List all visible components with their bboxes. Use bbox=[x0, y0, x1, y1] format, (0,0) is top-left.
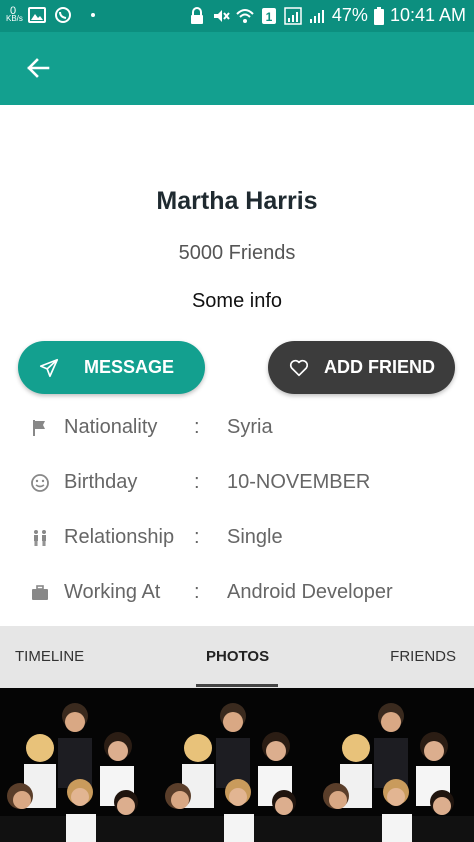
status-right: 1 47% 10:41 AM bbox=[188, 5, 466, 26]
detail-value: Android Developer bbox=[227, 581, 393, 603]
flag-icon bbox=[33, 420, 45, 436]
smiley-icon bbox=[31, 474, 49, 492]
lock-icon bbox=[190, 6, 203, 24]
sim-icon: 1 bbox=[261, 7, 276, 24]
profile-name: Martha Harris bbox=[156, 187, 318, 215]
group-photo[interactable] bbox=[158, 688, 316, 842]
detail-label: Nationality bbox=[64, 416, 158, 438]
image-icon bbox=[28, 7, 46, 23]
photo-grid bbox=[0, 688, 474, 842]
wifi-icon bbox=[236, 8, 254, 23]
message-button[interactable]: MESSAGE bbox=[18, 341, 205, 394]
network-speed: 0 KB/s bbox=[6, 6, 23, 23]
detail-value: Single bbox=[227, 526, 283, 548]
status-bar: 0 KB/s 1 47% 10:41 AM bbox=[0, 0, 474, 32]
detail-row-nationality: Nationality : Syria bbox=[0, 408, 474, 448]
add-friend-button[interactable]: ADD FRIEND bbox=[268, 341, 455, 394]
battery-percent: 47% bbox=[331, 5, 368, 25]
detail-label: Birthday bbox=[64, 471, 138, 493]
tab-bar: TIMELINE PHOTOS FRIENDS bbox=[0, 626, 474, 688]
tab-friends[interactable]: FRIENDS bbox=[390, 648, 456, 665]
heart-icon bbox=[289, 359, 309, 376]
briefcase-icon bbox=[32, 585, 48, 600]
signal-bars-icon bbox=[309, 9, 324, 23]
detail-colon: : bbox=[194, 416, 200, 438]
detail-colon: : bbox=[194, 581, 200, 603]
detail-colon: : bbox=[194, 526, 200, 548]
profile-info: Some info bbox=[191, 290, 283, 312]
send-icon bbox=[39, 358, 59, 377]
couple-icon bbox=[34, 530, 46, 546]
mute-icon bbox=[213, 9, 230, 22]
arrow-left-icon bbox=[27, 58, 50, 78]
svg-text:1: 1 bbox=[266, 10, 273, 24]
back-button[interactable] bbox=[22, 52, 54, 84]
app-bar bbox=[0, 32, 474, 105]
signal-icon bbox=[284, 6, 302, 25]
tab-indicator bbox=[196, 684, 278, 687]
battery-icon bbox=[373, 6, 384, 25]
network-speed-unit: KB/s bbox=[6, 14, 23, 23]
detail-row-working-at: Working At : Android Developer bbox=[0, 573, 474, 613]
detail-label: Working At bbox=[64, 581, 161, 603]
friends-count[interactable]: 5000 Friends bbox=[0, 242, 474, 265]
detail-value: Syria bbox=[227, 416, 273, 438]
detail-colon: : bbox=[194, 471, 200, 493]
message-button-label: MESSAGE bbox=[84, 357, 175, 377]
detail-value: 10-NOVEMBER bbox=[227, 471, 371, 493]
group-photo[interactable] bbox=[316, 688, 474, 842]
add-friend-button-label: ADD FRIEND bbox=[324, 357, 435, 377]
clock: 10:41 AM bbox=[389, 5, 466, 25]
detail-row-relationship: Relationship : Single bbox=[0, 518, 474, 558]
detail-row-birthday: Birthday : 10-NOVEMBER bbox=[0, 463, 474, 503]
whatsapp-icon bbox=[55, 7, 71, 23]
tab-photos[interactable]: PHOTOS bbox=[206, 648, 269, 665]
detail-label: Relationship bbox=[64, 526, 175, 548]
group-photo[interactable] bbox=[0, 688, 158, 842]
dot-icon bbox=[91, 13, 95, 17]
tab-timeline[interactable]: TIMELINE bbox=[15, 648, 84, 665]
status-left: 0 KB/s bbox=[6, 6, 96, 24]
